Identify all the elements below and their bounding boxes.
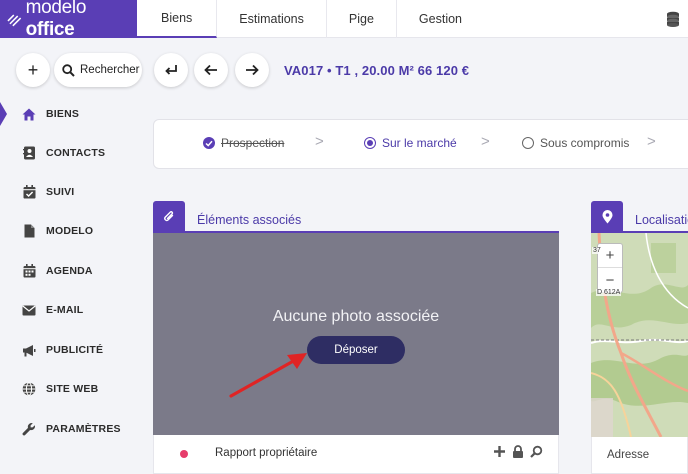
status-step-sous-compromis[interactable]: Sous compromis xyxy=(522,136,629,150)
tab-gestion[interactable]: Gestion xyxy=(397,0,484,38)
annotation-arrow xyxy=(229,353,307,398)
map-road-label: D 612A xyxy=(596,289,622,296)
elements-card-header: Éléments associés xyxy=(153,201,559,233)
globe-icon xyxy=(22,382,36,396)
search-button[interactable]: Rechercher xyxy=(54,53,142,87)
radio-empty-icon xyxy=(522,137,534,149)
sidebar-item-label: PUBLICITÉ xyxy=(46,344,104,356)
document-actions xyxy=(493,445,543,458)
status-separator: > xyxy=(481,133,490,150)
add-document-icon[interactable] xyxy=(493,445,506,458)
arrow-right-icon xyxy=(246,64,259,76)
document-row[interactable]: Rapport propriétaire xyxy=(153,435,559,474)
coins-icon[interactable] xyxy=(666,11,680,27)
status-step-sur-le-marche[interactable]: Sur le marché xyxy=(364,136,457,150)
plus-icon: + xyxy=(27,59,39,80)
empty-photos-message: Aucune photo associée xyxy=(272,308,440,325)
status-separator: > xyxy=(647,133,656,150)
sidebar-item-publicite[interactable]: PUBLICITÉ xyxy=(22,340,103,360)
location-card-title: Localisatio xyxy=(635,213,688,227)
sidebar-item-modelo[interactable]: MODELO xyxy=(22,221,93,241)
next-button[interactable] xyxy=(235,53,269,87)
sidebar-item-label: BIENS xyxy=(46,108,80,120)
calendar-check-icon xyxy=(22,185,36,199)
status-step-label: Prospection xyxy=(221,136,285,150)
main-tabs: Biens Estimations Pige Gestion xyxy=(137,0,484,38)
document-status-dot xyxy=(180,450,188,458)
tab-estimations[interactable]: Estimations xyxy=(217,0,327,38)
location-card-header: Localisatio xyxy=(591,201,688,233)
tab-pige[interactable]: Pige xyxy=(327,0,397,38)
address-label: Adresse xyxy=(607,449,650,461)
action-toolbar: + Rechercher VA017 • T1 , 20.00 M² 66 12… xyxy=(0,38,688,102)
sidebar-item-suivi[interactable]: SUIVI xyxy=(22,182,74,202)
arrow-left-icon xyxy=(204,64,217,76)
search-label: Rechercher xyxy=(80,64,140,76)
property-reference: VA017 • T1 , 20.00 M² 66 120 € xyxy=(284,63,470,78)
add-button[interactable]: + xyxy=(16,53,50,87)
sidebar-item-parametres[interactable]: PARAMÈTRES xyxy=(22,419,121,439)
status-step-label: Sous compromis xyxy=(540,136,630,150)
check-circle-icon xyxy=(203,137,215,149)
document-icon xyxy=(22,224,36,238)
search-document-icon[interactable] xyxy=(530,445,543,458)
sidebar-item-biens[interactable]: BIENS xyxy=(22,104,79,124)
logo-stripes-icon xyxy=(7,14,22,27)
upload-button[interactable]: Déposer xyxy=(307,336,405,364)
home-icon xyxy=(22,107,36,121)
map-pin-icon xyxy=(591,201,623,233)
address-row: Adresse xyxy=(591,437,688,474)
return-button[interactable] xyxy=(154,53,188,87)
sidebar-item-email[interactable]: E-MAIL xyxy=(22,300,83,320)
sidebar-item-label: E-MAIL xyxy=(46,304,84,316)
active-item-marker xyxy=(0,102,7,126)
calendar-icon xyxy=(22,264,36,278)
top-navigation-bar: modelo office Biens Estimations Pige Ges… xyxy=(0,0,688,40)
previous-button[interactable] xyxy=(194,53,228,87)
sidebar-item-label: SUIVI xyxy=(46,186,75,198)
return-arrow-icon xyxy=(165,65,177,75)
document-label: Rapport propriétaire xyxy=(215,447,318,459)
brand-name: modelo office xyxy=(25,0,87,40)
sidebar-item-label: MODELO xyxy=(46,225,94,237)
search-icon xyxy=(62,63,75,77)
status-step-label: Sur le marché xyxy=(382,136,457,150)
sidebar-item-site-web[interactable]: SITE WEB xyxy=(22,379,98,399)
sidebar-item-label: SITE WEB xyxy=(46,383,99,395)
status-separator: > xyxy=(315,133,324,150)
sidebar-item-contacts[interactable]: CONTACTS xyxy=(22,143,105,163)
map-number-label: 37 xyxy=(592,247,602,254)
megaphone-icon xyxy=(22,343,36,357)
status-step-prospection[interactable]: Prospection xyxy=(203,136,284,150)
lock-icon[interactable] xyxy=(512,445,524,458)
radio-selected-icon xyxy=(364,137,376,149)
wrench-icon xyxy=(22,422,36,436)
tab-biens[interactable]: Biens xyxy=(137,0,218,38)
brand-logo[interactable]: modelo office xyxy=(0,0,137,40)
paperclip-icon xyxy=(153,201,185,233)
sidebar-item-label: AGENDA xyxy=(46,265,93,277)
photo-dropzone[interactable]: Aucune photo associée Déposer xyxy=(153,233,559,435)
sidebar-item-label: CONTACTS xyxy=(46,147,106,159)
contact-card-icon xyxy=(22,146,36,160)
location-map[interactable]: + − 37 D 612A xyxy=(591,233,688,437)
envelope-icon xyxy=(22,303,36,317)
elements-card-title: Éléments associés xyxy=(197,213,302,227)
sidebar-item-agenda[interactable]: AGENDA xyxy=(22,261,93,281)
sidebar-item-label: PARAMÈTRES xyxy=(46,423,121,435)
sale-status-pipeline: Prospection > Sur le marché > Sous compr… xyxy=(153,119,688,169)
